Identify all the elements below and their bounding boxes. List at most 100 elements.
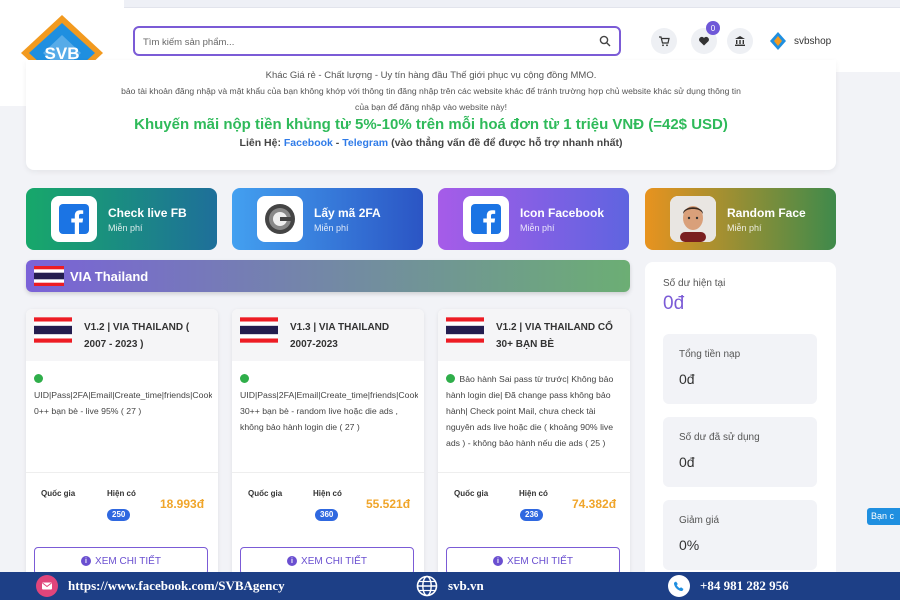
user-menu[interactable]: svbshop (770, 32, 831, 50)
product-stats: Quốc gia Hiện có 236 74.382đ (438, 485, 630, 525)
notice-line-1: Khác Giá rẻ - Chất lượng - Uy tín hàng đ… (265, 70, 597, 81)
product-price: 18.993đ (160, 497, 205, 511)
product-title[interactable]: V1.3 | VIA THAILAND 2007-2023 (290, 319, 414, 353)
facebook-icon (51, 196, 97, 242)
discount-value: 0% (679, 537, 700, 553)
footer-phone[interactable]: +84 981 282 956 (668, 572, 789, 600)
username: svbshop (794, 35, 832, 47)
product-card: V1.3 | VIA THAILAND 2007-2023 UID|Pass|2… (232, 309, 424, 600)
top-menu-strip (124, 0, 900, 8)
used-balance-tile: Số dư đã sử dụng 0đ (663, 417, 817, 487)
product-card: V1.2 | VIA THAILAND ( 2007 - 2023 ) UID|… (26, 309, 218, 600)
tool-icon-facebook[interactable]: Icon Facebook Miễn phí (438, 188, 629, 250)
tool-random-face[interactable]: Random Face Miễn phí (645, 188, 836, 250)
notice-line-2: bảo tài khoản đăng nhập và mật khẩu của … (121, 86, 741, 96)
phone-icon (668, 575, 690, 597)
user-avatar-icon (770, 32, 786, 50)
notice-card: Khác Giá rẻ - Chất lượng - Uy tín hàng đ… (26, 60, 836, 170)
product-description: UID|Pass|2FA|Email|Create_time|friends|C… (240, 371, 418, 435)
promo-text: Khuyến mãi nộp tiền khủng từ 5%-10% trên… (134, 116, 728, 133)
cart-icon[interactable] (651, 28, 677, 54)
face-avatar-icon (670, 196, 716, 242)
country-label: Quốc gia (248, 489, 283, 498)
stock-label: Hiện có (107, 489, 136, 498)
thailand-flag-icon (240, 317, 278, 343)
stock-badge: 360 (315, 509, 339, 521)
footer-facebook[interactable]: https://www.facebook.com/SVBAgency (36, 572, 285, 600)
current-balance-label: Số dư hiện tại (663, 278, 726, 289)
country-label: Quốc gia (41, 489, 76, 498)
thailand-flag-icon (34, 317, 72, 343)
contact-note: (vào thẳng vấn đề để được hỗ trợ nhanh n… (391, 137, 623, 149)
search-icon[interactable] (599, 34, 611, 52)
stock-badge: 250 (107, 509, 131, 521)
check-icon (446, 374, 455, 383)
tool-subtitle: Miễn phí (108, 222, 143, 233)
product-price: 55.521đ (366, 497, 411, 511)
info-icon: i (493, 556, 504, 566)
tool-check-live-fb[interactable]: Check live FB Miễn phí (26, 188, 217, 250)
tool-get-2fa[interactable]: Lấy mã 2FA Miễn phí (232, 188, 423, 250)
facebook-icon (463, 196, 509, 242)
stock-label: Hiện có (313, 489, 342, 498)
tool-title: Icon Facebook (520, 205, 605, 220)
product-title[interactable]: V1.2 | VIA THAILAND ( 2007 - 2023 ) (84, 319, 208, 353)
contact-label: Liên Hệ: (239, 137, 281, 149)
current-balance-value: 0đ (663, 293, 685, 314)
tool-subtitle: Miễn phí (520, 222, 555, 233)
balance-panel: Số dư hiện tại 0đ Tổng tiền nạp 0đ Số dư… (645, 262, 836, 582)
footer-phone-number[interactable]: +84 981 282 956 (700, 578, 789, 594)
globe-icon (416, 575, 438, 597)
tool-title: Random Face (727, 205, 806, 220)
discount-tile: Giảm giá 0% (663, 500, 817, 570)
product-card: V1.2 | VIA THAILAND CỔ 30+ BẠN BÈ Bảo hà… (438, 309, 630, 600)
footer-bar: https://www.facebook.com/SVBAgency svb.v… (0, 572, 900, 600)
product-description: Bảo hành Sai pass từ trước| Không bảo hà… (446, 374, 614, 448)
product-stats: Quốc gia Hiện có 250 18.993đ (26, 485, 218, 525)
contact-separator: - (332, 137, 343, 149)
contact-line: Liên Hệ: Facebook - Telegram (vào thẳng … (26, 137, 836, 149)
info-icon: i (287, 556, 298, 566)
authenticator-icon (257, 196, 303, 242)
chat-side-tab[interactable]: Bạn c (867, 508, 900, 525)
stock-badge: 236 (520, 509, 544, 521)
wishlist-heart-icon[interactable]: 0 (691, 21, 720, 54)
footer-website[interactable]: svb.vn (416, 572, 484, 600)
footer-website-link[interactable]: svb.vn (448, 578, 484, 594)
tool-subtitle: Miễn phí (314, 222, 349, 233)
used-balance-label: Số dư đã sử dụng (679, 432, 760, 443)
discount-label: Giảm giá (679, 515, 720, 526)
messenger-icon (36, 575, 58, 597)
product-title[interactable]: V1.2 | VIA THAILAND CỔ 30+ BẠN BÈ (496, 319, 620, 353)
tool-title: Lấy mã 2FA (314, 205, 381, 220)
deposit-total-tile: Tổng tiền nạp 0đ (663, 334, 817, 404)
deposit-total-value: 0đ (679, 371, 695, 387)
footer-facebook-link[interactable]: https://www.facebook.com/SVBAgency (68, 578, 285, 594)
tool-subtitle: Miễn phí (727, 222, 762, 233)
tool-title: Check live FB (108, 205, 187, 220)
contact-facebook-link[interactable]: Facebook (284, 137, 333, 149)
view-detail-button[interactable]: i XEM CHI TIẾT (446, 547, 620, 575)
view-detail-button[interactable]: i XEM CHI TIẾT (34, 547, 208, 575)
product-description: UID|Pass|2FA|Email|Create_time|friends|C… (34, 371, 212, 419)
wishlist-count-badge: 0 (706, 21, 720, 35)
notice-line-3: của bạn để đăng nhập vào website này! (355, 102, 507, 112)
product-price: 74.382đ (572, 497, 617, 511)
view-detail-button[interactable]: i XEM CHI TIẾT (240, 547, 414, 575)
contact-telegram-link[interactable]: Telegram (342, 137, 388, 149)
search-input[interactable] (143, 33, 583, 51)
bank-icon[interactable] (727, 28, 753, 54)
check-icon (240, 374, 249, 383)
thailand-flag-icon (446, 317, 484, 343)
country-label: Quốc gia (454, 489, 489, 498)
category-title: VIA Thailand (70, 268, 149, 284)
search-box[interactable] (133, 26, 621, 56)
info-icon: i (81, 556, 92, 566)
check-icon (34, 374, 43, 383)
thailand-flag-icon (34, 266, 64, 286)
deposit-total-label: Tổng tiền nạp (679, 349, 741, 360)
product-stats: Quốc gia Hiện có 360 55.521đ (232, 485, 424, 525)
used-balance-value: 0đ (679, 454, 695, 470)
stock-label: Hiện có (519, 489, 548, 498)
category-header: VIA Thailand (26, 260, 630, 292)
